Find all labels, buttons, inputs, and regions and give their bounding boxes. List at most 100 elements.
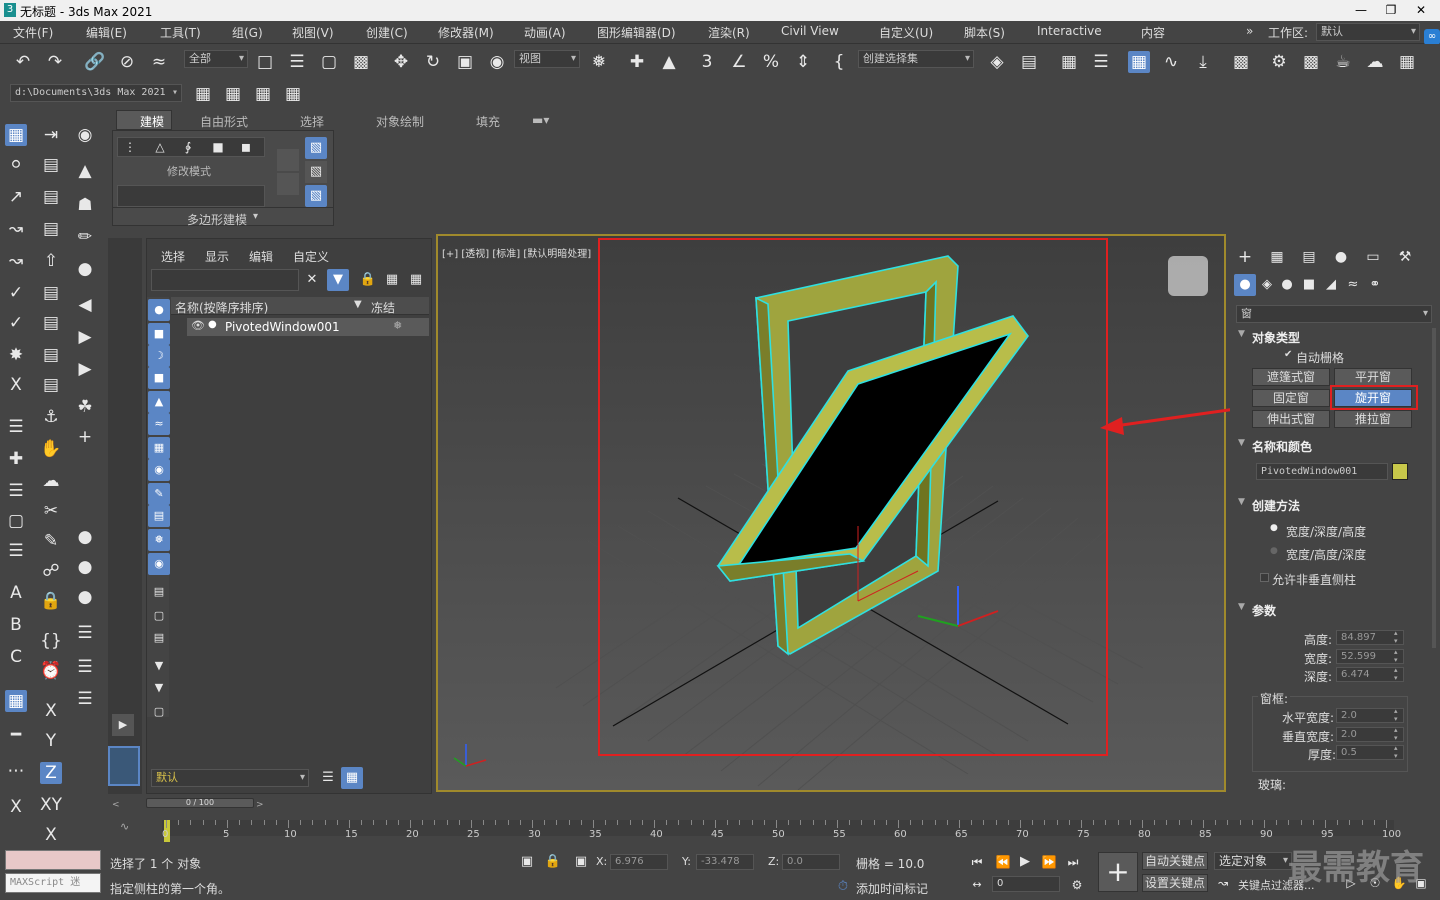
autogrid-checkbox-icon[interactable]: ✔	[1284, 349, 1292, 360]
y-axis-icon[interactable]: Y	[40, 730, 62, 752]
sphere-3-icon[interactable]: ●	[74, 586, 96, 608]
project-open-icon[interactable]: ▦	[222, 83, 244, 105]
scissors-icon[interactable]: ✂	[40, 500, 62, 522]
collapse-params-icon[interactable]: ▼	[1238, 602, 1245, 612]
project-settings-icon[interactable]: ▦	[252, 83, 274, 105]
schematic-view-icon[interactable]: ⤓	[1192, 51, 1214, 73]
absolute-mode-icon[interactable]: ▣	[570, 851, 592, 873]
shapes-icon[interactable]: ▲	[74, 160, 96, 182]
display-tab-icon[interactable]: ▭	[1362, 246, 1384, 268]
utilities-tab-icon[interactable]: ⚒	[1394, 246, 1416, 268]
time-icon[interactable]: ⏰	[40, 660, 62, 682]
braces-icon[interactable]: {}	[40, 630, 62, 652]
cameras-category-icon[interactable]: ■	[1298, 274, 1320, 296]
shapes-category-icon[interactable]: ◈	[1256, 274, 1278, 296]
create-tab-icon[interactable]: +	[1234, 246, 1256, 268]
geometry-category-icon[interactable]: ●	[1234, 274, 1256, 296]
frame-icon[interactable]: ▤	[40, 312, 62, 334]
hwidth-input[interactable]: 2.0	[1336, 707, 1404, 723]
z-axis-icon[interactable]: Z	[40, 762, 62, 784]
pose-tool-icon[interactable]: ↗	[5, 186, 27, 208]
play-forward-icon[interactable]: ▶	[74, 326, 96, 348]
move-icon[interactable]: ✥	[390, 51, 412, 73]
column-name-header[interactable]: 名称(按降序排序)	[175, 299, 268, 316]
selection-region-icon[interactable]: ▢	[318, 51, 340, 73]
filter-xrefs-icon[interactable]: ◉	[148, 459, 170, 481]
pencil-icon[interactable]: ✏	[74, 226, 96, 248]
scale-icon[interactable]: ▣	[454, 51, 476, 73]
workspace-dropdown[interactable]: 默认	[1316, 23, 1420, 41]
place-icon[interactable]: ◉	[486, 51, 508, 73]
set-key-big-button[interactable]: +	[1098, 852, 1138, 892]
filter-invert-icon[interactable]: ▤	[148, 627, 170, 649]
explorer-expand-icon[interactable]: ▶	[112, 714, 134, 736]
text-b-icon[interactable]: B	[5, 614, 27, 636]
window-crossing-icon[interactable]: ▩	[350, 51, 372, 73]
x-axis-icon[interactable]: X	[40, 700, 62, 722]
menu-view[interactable]: 视图(V)	[292, 24, 334, 41]
scene-search-input[interactable]	[151, 269, 299, 291]
poly-modeling-dropdown[interactable]: 多边形建模	[187, 211, 247, 228]
column-freeze-header[interactable]: 冻结	[371, 299, 395, 316]
align-icon[interactable]: ▤	[1018, 51, 1040, 73]
category-dropdown[interactable]: 窗	[1236, 305, 1432, 323]
close-button[interactable]: ✕	[1406, 0, 1436, 20]
sliding-window-button[interactable]: 推拉窗	[1334, 410, 1412, 428]
xy-lock-icon[interactable]: X	[5, 796, 27, 818]
y-coordinate[interactable]: -33.478	[696, 854, 754, 870]
table-edit-icon[interactable]: ▤	[40, 186, 62, 208]
curve-tool-icon[interactable]: ↝	[5, 250, 27, 272]
set-key-button[interactable]: 设置关键点	[1142, 874, 1208, 892]
hierarchy-toggle-icon[interactable]: ▦	[341, 767, 363, 789]
filter-all-icon[interactable]: ▤	[148, 581, 170, 603]
mirror-icon[interactable]: ◈	[986, 51, 1008, 73]
thickness-input[interactable]: 0.5	[1336, 744, 1404, 760]
sphere-2-icon[interactable]: ●	[74, 556, 96, 578]
filter-cameras-icon[interactable]: ■	[148, 367, 170, 389]
menu-scripting[interactable]: 脚本(S)	[964, 24, 1005, 41]
params-header[interactable]: 参数	[1252, 602, 1276, 619]
play-back-icon[interactable]: ◀	[74, 294, 96, 316]
depth-input[interactable]: 6.474	[1336, 666, 1404, 682]
undo-icon[interactable]: ↶	[12, 51, 34, 73]
pen-tool-icon[interactable]: ✓	[5, 282, 27, 304]
height-input[interactable]: 84.897	[1336, 629, 1404, 645]
filter-groups-icon[interactable]: ▦	[148, 437, 170, 459]
expand-icon[interactable]: ▦	[405, 269, 427, 291]
sphere-1-icon[interactable]: ●	[74, 526, 96, 548]
filter-helpers-icon[interactable]: ▲	[148, 391, 170, 413]
filter-frozen-icon[interactable]: ❅	[148, 529, 170, 551]
scene-tab-display[interactable]: 显示	[205, 248, 229, 265]
awning-window-button[interactable]: 遮篷式窗	[1252, 368, 1330, 386]
edit-named-selection-icon[interactable]: {	[828, 51, 850, 73]
select-object-icon[interactable]: □	[254, 51, 276, 73]
ribbon-tab-freeform[interactable]: 自由形式	[200, 113, 248, 130]
visibility-eye-icon[interactable]: 👁	[191, 319, 205, 332]
hand-icon[interactable]: ✋	[40, 438, 62, 460]
region-tool-icon[interactable]: ▢	[5, 510, 27, 532]
network-icon[interactable]: ☍	[40, 560, 62, 582]
xyz-axis-icon[interactable]: X	[40, 824, 62, 846]
filter-none-icon[interactable]: ▢	[148, 605, 170, 627]
modify-tab-icon[interactable]: ▦	[1266, 246, 1288, 268]
pivot-center-icon[interactable]: ❅	[588, 51, 610, 73]
text-a-icon[interactable]: A	[5, 582, 27, 604]
ribbon-options-icon[interactable]: ▬▾	[532, 113, 549, 127]
collapse-object-type-icon[interactable]: ▼	[1238, 329, 1245, 339]
time-slider[interactable]: 0 / 100	[146, 798, 254, 808]
paint-select-icon[interactable]: ↝	[5, 218, 27, 240]
menu-customize[interactable]: 自定义(U)	[879, 24, 933, 41]
select-tool-icon[interactable]: ▦	[5, 124, 27, 146]
rendered-frame-icon[interactable]: ▩	[1300, 51, 1322, 73]
fixed-window-button[interactable]: 固定窗	[1252, 389, 1330, 407]
edge-icon[interactable]: △	[149, 136, 171, 158]
menu-overflow-icon[interactable]: »	[1246, 24, 1253, 38]
pen-select-icon[interactable]: ✓	[5, 312, 27, 334]
rotate-icon[interactable]: ↻	[422, 51, 444, 73]
menu-animation[interactable]: 动画(A)	[524, 24, 566, 41]
helpers-category-icon[interactable]: ◢	[1320, 274, 1342, 296]
filter-hidden-icon[interactable]: ◉	[148, 553, 170, 575]
vertex-icon[interactable]: ⋮	[119, 136, 141, 158]
time-slider-next-icon[interactable]: >	[256, 800, 266, 812]
key-mode-icon[interactable]: ↔	[966, 874, 988, 896]
